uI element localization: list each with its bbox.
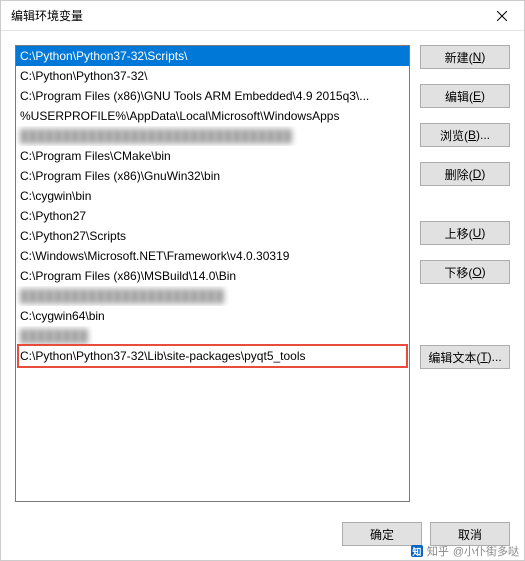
new-button[interactable]: 新建(N): [420, 45, 510, 69]
sidebar-buttons: 新建(N) 编辑(E) 浏览(B)... 删除(D) 上移(U) 下移(O) 编…: [420, 45, 510, 502]
list-item[interactable]: C:\Program Files (x86)\GNU Tools ARM Emb…: [16, 86, 409, 106]
list-item[interactable]: C:\Python\Python37-32\Lib\site-packages\…: [16, 346, 409, 366]
movedown-button[interactable]: 下移(O): [420, 260, 510, 284]
watermark: 知 知乎 @小仆街多哒: [411, 543, 519, 559]
moveup-button[interactable]: 上移(U): [420, 221, 510, 245]
close-button[interactable]: [479, 1, 524, 31]
list-item[interactable]: C:\cygwin64\bin: [16, 306, 409, 326]
list-item[interactable]: C:\Python27\Scripts: [16, 226, 409, 246]
watermark-user: @小仆街多哒: [453, 543, 519, 559]
watermark-brand: 知乎: [427, 543, 449, 559]
browse-button[interactable]: 浏览(B)...: [420, 123, 510, 147]
zhihu-icon: 知: [411, 545, 423, 557]
env-var-dialog: 编辑环境变量 C:\Python\Python37-32\Scripts\C:\…: [0, 0, 525, 561]
close-icon: [497, 11, 507, 21]
content-area: C:\Python\Python37-32\Scripts\C:\Python\…: [1, 31, 524, 512]
list-item[interactable]: C:\Python\Python37-32\: [16, 66, 409, 86]
list-item[interactable]: ████████: [16, 326, 409, 346]
list-item[interactable]: C:\Python\Python37-32\Scripts\: [16, 46, 409, 66]
titlebar: 编辑环境变量: [1, 1, 524, 31]
path-listbox[interactable]: C:\Python\Python37-32\Scripts\C:\Python\…: [15, 45, 410, 502]
dialog-title: 编辑环境变量: [11, 7, 479, 24]
list-item[interactable]: C:\Program Files (x86)\GnuWin32\bin: [16, 166, 409, 186]
list-item[interactable]: C:\cygwin\bin: [16, 186, 409, 206]
list-item[interactable]: ████████████████████████████████: [16, 126, 409, 146]
list-item[interactable]: %USERPROFILE%\AppData\Local\Microsoft\Wi…: [16, 106, 409, 126]
list-item[interactable]: C:\Program Files\CMake\bin: [16, 146, 409, 166]
delete-button[interactable]: 删除(D): [420, 162, 510, 186]
edit-button[interactable]: 编辑(E): [420, 84, 510, 108]
edittext-button[interactable]: 编辑文本(T)...: [420, 345, 510, 369]
list-item[interactable]: C:\Program Files (x86)\MSBuild\14.0\Bin: [16, 266, 409, 286]
list-item[interactable]: ████████████████████████: [16, 286, 409, 306]
list-item[interactable]: C:\Windows\Microsoft.NET\Framework\v4.0.…: [16, 246, 409, 266]
list-item[interactable]: C:\Python27: [16, 206, 409, 226]
